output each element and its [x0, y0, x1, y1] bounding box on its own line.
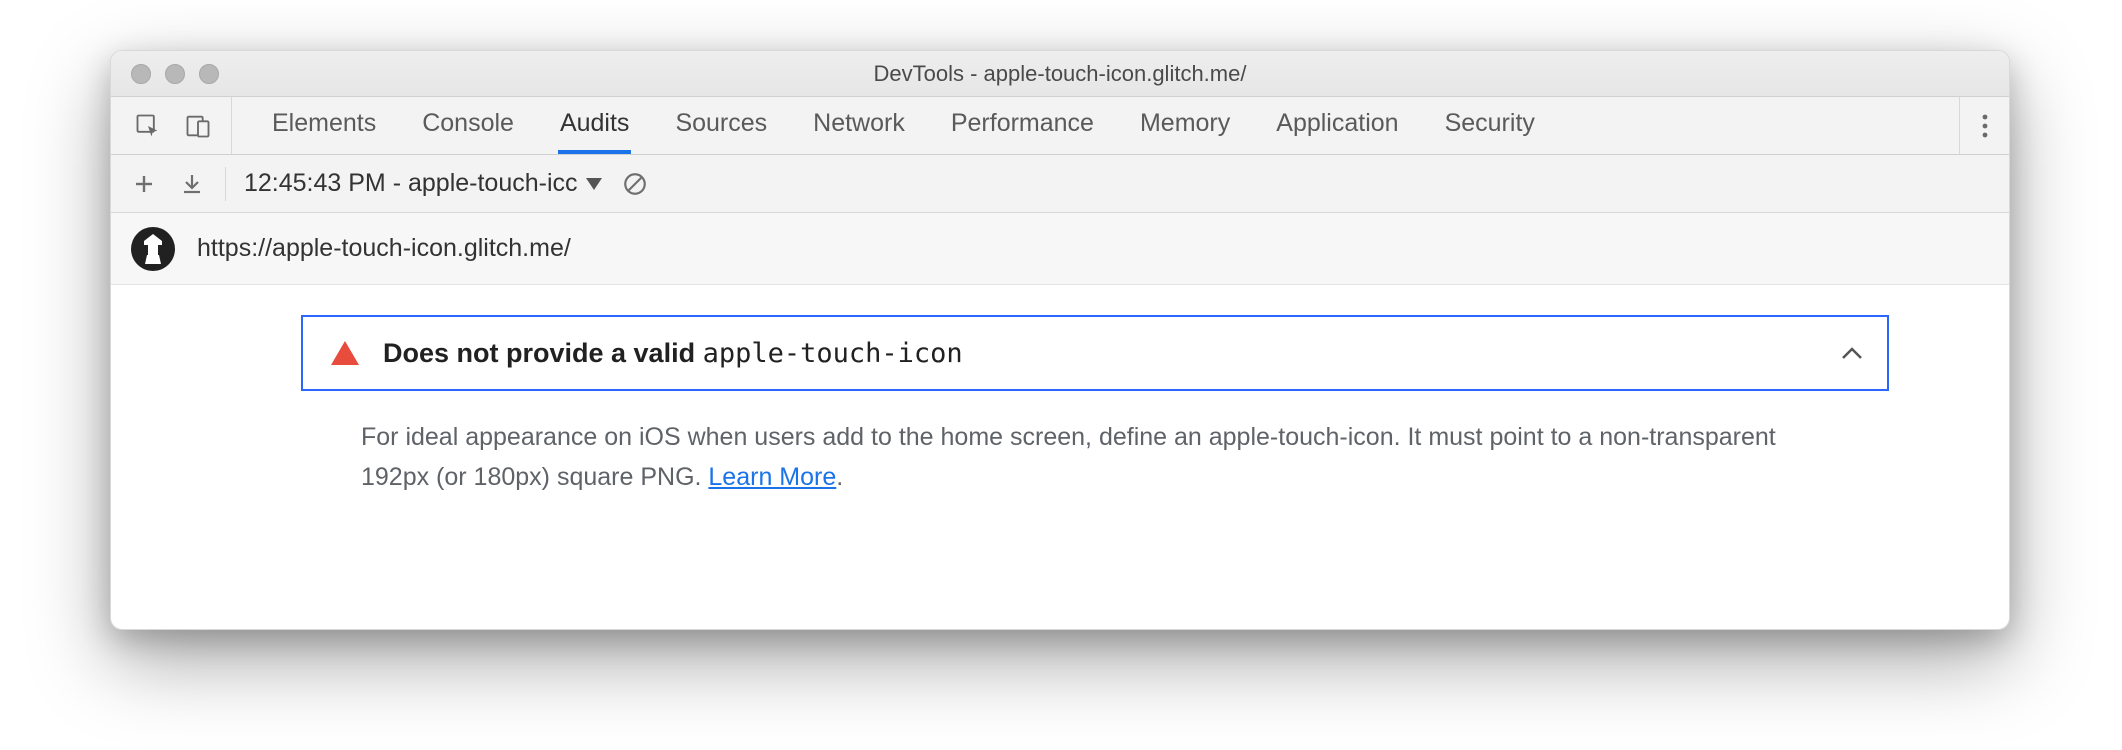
window-zoom-button[interactable]: [199, 64, 219, 84]
device-toolbar-icon[interactable]: [183, 111, 213, 141]
traffic-lights: [111, 64, 219, 84]
window-title: DevTools - apple-touch-icon.glitch.me/: [111, 61, 2009, 87]
report-selector[interactable]: 12:45:43 PM - apple-touch-icc: [244, 169, 602, 198]
clear-report-icon[interactable]: [620, 169, 650, 199]
window-titlebar: DevTools - apple-touch-icon.glitch.me/: [111, 51, 2009, 97]
window-close-button[interactable]: [131, 64, 151, 84]
learn-more-link[interactable]: Learn More: [708, 463, 836, 491]
audit-description-text: For ideal appearance on iOS when users a…: [361, 423, 1776, 491]
lighthouse-icon: [131, 227, 175, 271]
panel-tabs: Elements Console Audits Sources Network …: [232, 97, 1959, 154]
tab-console[interactable]: Console: [420, 97, 516, 154]
audit-title: Does not provide a valid apple-touch-ico…: [383, 338, 963, 369]
report-selector-label: 12:45:43 PM - apple-touch-icc: [244, 169, 578, 198]
audits-toolbar: 12:45:43 PM - apple-touch-icc: [111, 155, 2009, 213]
tab-network[interactable]: Network: [811, 97, 907, 154]
tab-application[interactable]: Application: [1274, 97, 1400, 154]
tab-sources[interactable]: Sources: [673, 97, 769, 154]
fail-triangle-icon: [331, 341, 359, 365]
audit-item[interactable]: Does not provide a valid apple-touch-ico…: [301, 315, 1889, 391]
more-options-button[interactable]: [1959, 97, 2009, 154]
download-report-icon[interactable]: [177, 169, 207, 199]
devtools-window: DevTools - apple-touch-icon.glitch.me/ E…: [110, 50, 2010, 630]
tab-performance[interactable]: Performance: [949, 97, 1096, 154]
audit-content: Does not provide a valid apple-touch-ico…: [111, 285, 2009, 497]
report-url: https://apple-touch-icon.glitch.me/: [197, 234, 571, 263]
inspect-element-icon[interactable]: [133, 111, 163, 141]
audit-title-prefix: Does not provide a valid: [383, 338, 703, 368]
panel-tabs-row: Elements Console Audits Sources Network …: [111, 97, 2009, 155]
audit-description: For ideal appearance on iOS when users a…: [361, 417, 1829, 497]
report-header: https://apple-touch-icon.glitch.me/: [111, 213, 2009, 285]
tab-elements[interactable]: Elements: [270, 97, 378, 154]
tab-audits[interactable]: Audits: [558, 97, 631, 154]
new-audit-icon[interactable]: [129, 169, 159, 199]
window-minimize-button[interactable]: [165, 64, 185, 84]
chevron-down-icon: [586, 178, 602, 190]
chevron-up-icon[interactable]: [1841, 346, 1863, 360]
inspect-controls: [111, 97, 232, 154]
tab-memory[interactable]: Memory: [1138, 97, 1232, 154]
toolbar-divider: [225, 167, 226, 201]
audit-title-code: apple-touch-icon: [703, 338, 963, 369]
audit-description-suffix: .: [836, 463, 843, 491]
tab-security[interactable]: Security: [1443, 97, 1537, 154]
